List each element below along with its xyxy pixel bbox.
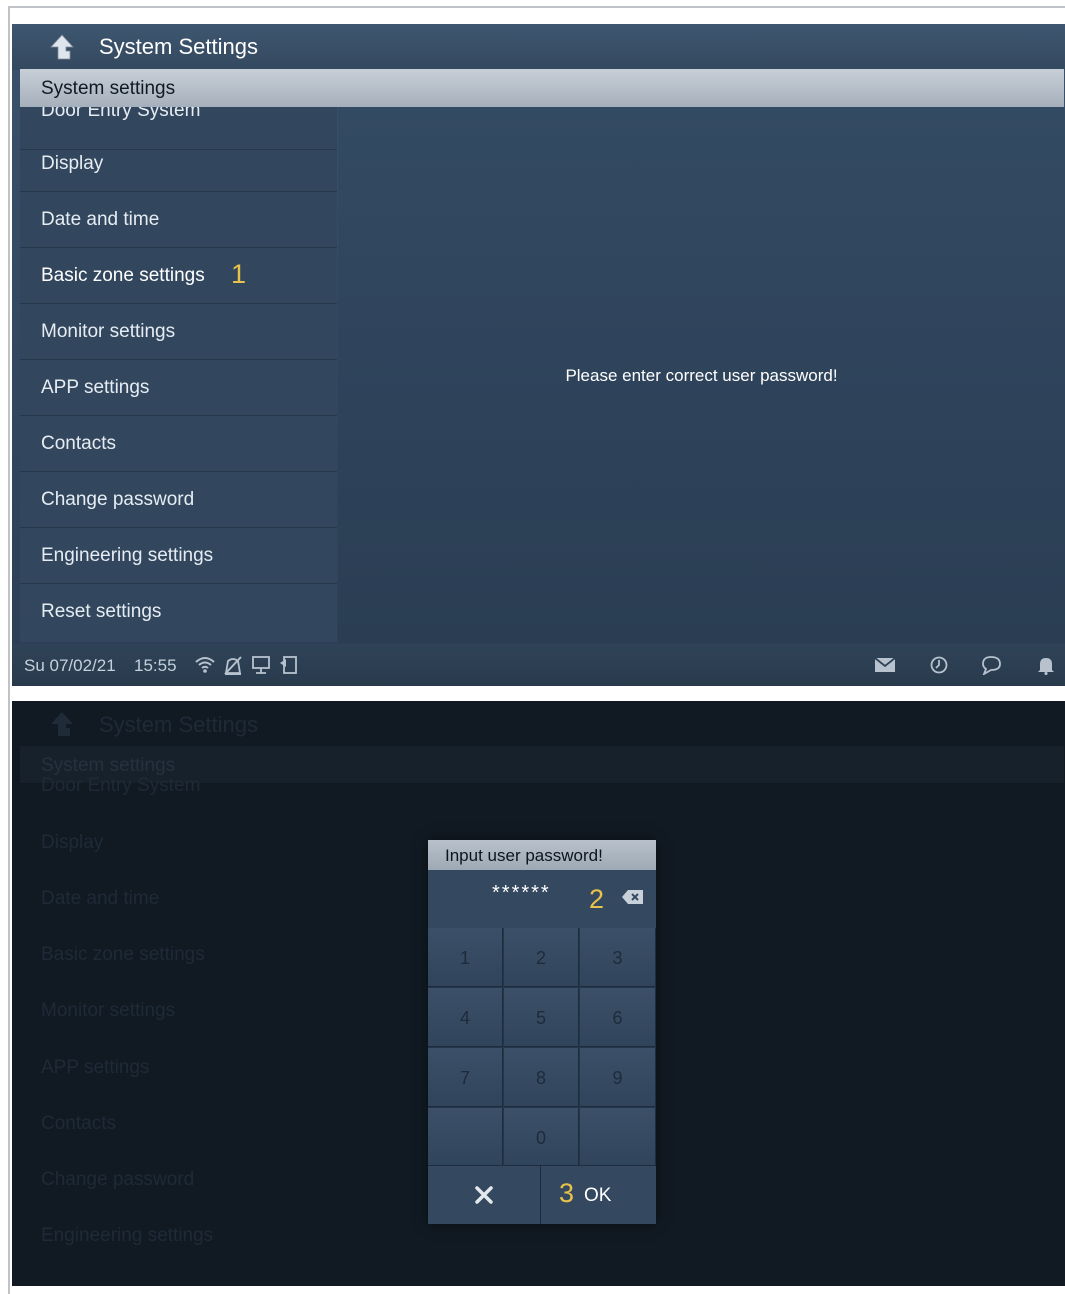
sidebar-item-label: Monitor settings [41, 321, 176, 342]
status-date: Su 07/02/21 [24, 656, 116, 675]
sidebar-item-basic-zone-settings: Basic zone settings [41, 944, 205, 965]
key-5[interactable]: 5 [504, 988, 579, 1047]
wifi-icon [195, 657, 215, 673]
sidebar-item-engineering-settings: Engineering settings [41, 1225, 214, 1246]
chat-icon[interactable] [980, 655, 1002, 675]
cancel-button[interactable] [428, 1166, 541, 1224]
password-error-message: Please enter correct user password! [565, 366, 838, 385]
key-label: 2 [535, 948, 546, 968]
sidebar-item-door-entry-system: Door Entry System [41, 775, 201, 796]
key-label: 8 [535, 1068, 546, 1088]
sidebar-item-label: Basic zone settings [41, 265, 205, 286]
key-label: 4 [459, 1008, 470, 1028]
key-9[interactable]: 9 [580, 1048, 656, 1107]
system-settings-screen: System Settings System settings Door Ent… [12, 24, 1065, 686]
frame-border-top [8, 6, 1065, 8]
key-label: 0 [535, 1128, 546, 1148]
sidebar-item-change-password[interactable]: Change password [20, 472, 337, 528]
sidebar-item-basic-zone-settings[interactable]: Basic zone settings 1 [20, 248, 337, 304]
frame-border-left [8, 6, 10, 1294]
back-arrow-icon [51, 712, 73, 736]
ok-button-label: OK [584, 1185, 612, 1206]
sidebar-item-reset-settings[interactable]: Reset settings [20, 584, 337, 640]
password-dialog-screen: System Settings System settings Door Ent… [12, 701, 1065, 1286]
key-1[interactable]: 1 [428, 928, 503, 987]
sidebar-item-label: Engineering settings [41, 545, 214, 566]
key-0[interactable]: 0 [504, 1108, 579, 1166]
sidebar-item-label: Change password [41, 489, 195, 510]
sidebar-item-monitor-settings: Monitor settings [41, 1000, 176, 1021]
sidebar-item-app-settings: APP settings [41, 1057, 150, 1078]
title-bar: System Settings [12, 24, 1065, 70]
sidebar-item-app-settings[interactable]: APP settings [20, 360, 337, 416]
key-6[interactable]: 6 [580, 988, 656, 1047]
sidebar-item-date-and-time[interactable]: Date and time [20, 192, 337, 248]
step-number-2: 2 [589, 884, 605, 914]
status-bar: Su 07/02/21 15:55 [12, 644, 1065, 686]
dialog-actions: 3 OK [428, 1166, 656, 1224]
sidebar-item-monitor-settings[interactable]: Monitor settings [20, 304, 337, 360]
key-label: 3 [612, 948, 623, 968]
key-label: 1 [459, 948, 470, 968]
sidebar-item-engineering-settings[interactable]: Engineering settings [20, 528, 337, 584]
key-blank-left [428, 1108, 503, 1166]
window-title: System Settings [99, 34, 258, 59]
sidebar-item-label: Reset settings [41, 601, 162, 622]
status-time: 15:55 [134, 656, 177, 675]
section-header-label: System settings [41, 78, 176, 99]
no-disturb-icon [224, 656, 242, 675]
password-dialog: Input user password! ****** 2 1 2 3 4 5 … [428, 840, 656, 1224]
key-label: 6 [612, 1008, 623, 1028]
sidebar-item-label: Contacts [41, 433, 116, 454]
monitor-icon [252, 656, 270, 674]
sidebar-item-change-password: Change password [41, 1169, 195, 1190]
key-2[interactable]: 2 [504, 928, 579, 987]
close-icon [475, 1186, 493, 1204]
settings-sidebar: Door Entry System Display Date and time … [20, 94, 337, 642]
key-label: 7 [459, 1068, 470, 1088]
key-8[interactable]: 8 [504, 1048, 579, 1107]
ok-button[interactable]: 3 OK [542, 1166, 656, 1224]
sidebar-item-contacts: Contacts [41, 1113, 116, 1134]
back-arrow-icon[interactable] [48, 34, 76, 60]
password-value: ****** [492, 882, 551, 904]
section-header: System settings [20, 69, 1064, 107]
step-number-1: 1 [231, 259, 247, 289]
section-header-label: System settings [41, 755, 176, 776]
numeric-keypad: 1 2 3 4 5 6 7 8 9 0 [428, 928, 656, 1166]
step-number-3: 3 [559, 1178, 575, 1208]
key-4[interactable]: 4 [428, 988, 503, 1047]
sidebar-item-label: Display [41, 153, 104, 174]
content-panel: Please enter correct user password! [338, 107, 1065, 643]
key-label: 5 [535, 1008, 546, 1028]
sidebar-item-contacts[interactable]: Contacts [20, 416, 337, 472]
password-field[interactable]: ****** 2 [428, 870, 656, 928]
key-3[interactable]: 3 [580, 928, 656, 987]
door-icon [280, 656, 297, 674]
window-title: System Settings [99, 712, 258, 737]
dialog-title-bar: Input user password! [428, 840, 656, 870]
backspace-icon[interactable] [622, 889, 644, 905]
sidebar-item-label: APP settings [41, 377, 150, 398]
sidebar-item-date-and-time: Date and time [41, 888, 160, 909]
sidebar-item-label: Date and time [41, 209, 160, 230]
key-7[interactable]: 7 [428, 1048, 503, 1107]
history-icon[interactable] [928, 655, 950, 675]
sidebar-item-display[interactable]: Display [20, 136, 337, 192]
mail-icon[interactable] [874, 655, 896, 675]
dialog-title: Input user password! [445, 846, 603, 865]
key-label: 9 [612, 1068, 623, 1088]
sidebar-item-display: Display [41, 832, 104, 853]
key-blank-right [580, 1108, 656, 1166]
bell-icon[interactable] [1035, 655, 1057, 675]
